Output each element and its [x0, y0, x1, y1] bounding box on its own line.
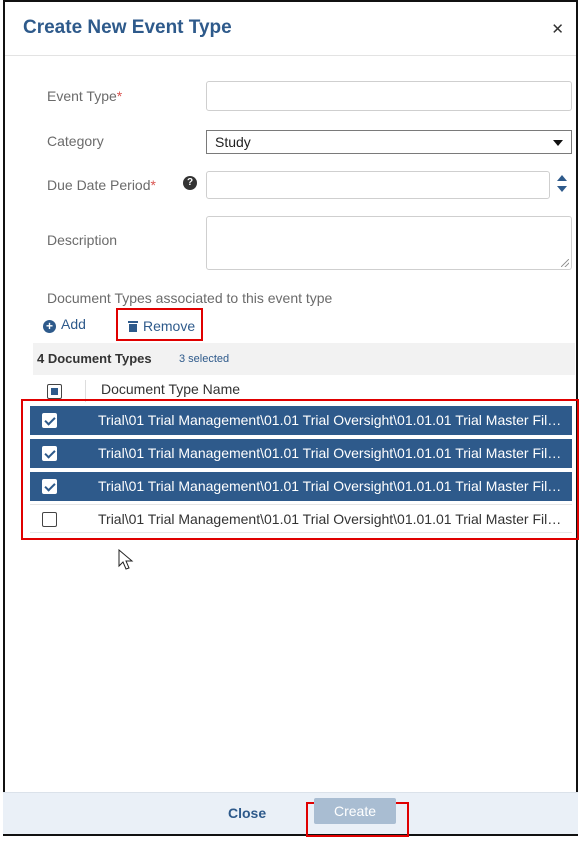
close-button[interactable]: Close: [228, 805, 266, 821]
close-x-icon[interactable]: ✕: [551, 20, 564, 38]
document-type-name-cell: Trial\01 Trial Management\01.01 Trial Ov…: [98, 445, 568, 461]
resize-grip-icon[interactable]: [561, 259, 569, 267]
spinner-down-icon[interactable]: [557, 186, 567, 192]
document-rows-highlight: Trial\01 Trial Management\01.01 Trial Ov…: [21, 399, 579, 540]
row-checkbox[interactable]: [42, 446, 57, 461]
table-row[interactable]: Trial\01 Trial Management\01.01 Trial Ov…: [30, 406, 572, 435]
trash-icon: [128, 321, 138, 332]
create-button[interactable]: Create: [314, 798, 396, 824]
document-type-name-cell: Trial\01 Trial Management\01.01 Trial Ov…: [98, 478, 568, 494]
remove-document-type-button[interactable]: Remove: [116, 308, 203, 341]
dialog-title: Create New Event Type: [23, 17, 232, 38]
spinner-up-icon[interactable]: [557, 175, 567, 181]
description-textarea[interactable]: [206, 216, 572, 270]
document-type-name-cell: Trial\01 Trial Management\01.01 Trial Ov…: [98, 511, 568, 527]
table-row[interactable]: Trial\01 Trial Management\01.01 Trial Ov…: [30, 439, 572, 468]
due-date-period-label: Due Date Period*: [47, 177, 156, 193]
event-type-input[interactable]: [206, 81, 572, 111]
document-types-grid-header: 4 Document Types 3 selected: [33, 343, 575, 375]
chevron-down-icon: [553, 140, 563, 146]
row-checkbox[interactable]: [42, 479, 57, 494]
add-document-type-button[interactable]: + Add: [43, 316, 86, 333]
plus-circle-icon: +: [43, 320, 56, 333]
category-select[interactable]: Study: [206, 130, 572, 154]
table-row[interactable]: Trial\01 Trial Management\01.01 Trial Ov…: [30, 472, 572, 501]
due-date-period-input[interactable]: [206, 171, 550, 199]
category-selected-value: Study: [215, 134, 251, 150]
description-label: Description: [47, 232, 118, 248]
dialog-header: Create New Event Type ✕: [5, 2, 576, 56]
column-header-document-type-name[interactable]: Document Type Name: [101, 381, 240, 397]
select-all-checkbox[interactable]: [47, 384, 62, 399]
document-type-name-cell: Trial\01 Trial Management\01.01 Trial Ov…: [98, 412, 568, 428]
mouse-cursor-icon: [118, 549, 134, 570]
event-type-label: Event Type*: [47, 88, 123, 104]
row-checkbox[interactable]: [42, 413, 57, 428]
row-checkbox[interactable]: [42, 512, 57, 527]
category-label: Category: [47, 133, 104, 149]
number-spinner[interactable]: [557, 175, 567, 195]
document-types-count: 4 Document Types: [37, 351, 152, 366]
question-circle-icon[interactable]: ?: [183, 176, 197, 190]
document-types-section-label: Document Types associated to this event …: [47, 290, 333, 306]
table-row[interactable]: Trial\01 Trial Management\01.01 Trial Ov…: [30, 504, 572, 533]
selected-count: 3 selected: [179, 353, 230, 365]
dialog-footer: Close Create: [3, 792, 578, 837]
